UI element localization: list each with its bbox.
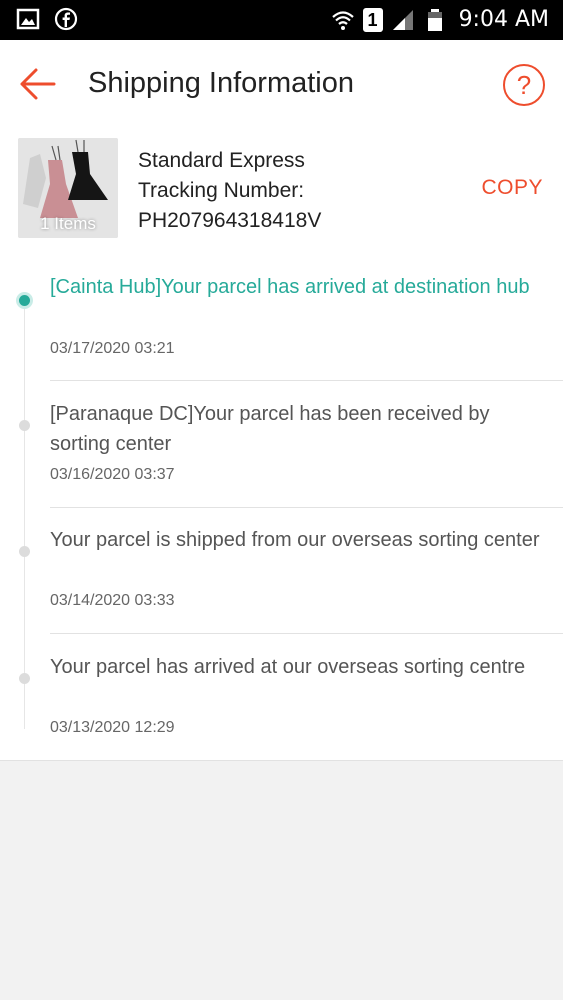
carrier-name: Standard Express	[138, 149, 305, 172]
timeline-event: [Paranaque DC]Your parcel has been recei…	[0, 381, 563, 508]
timeline-dot-active	[19, 295, 30, 306]
tracking-timeline: [Cainta Hub]Your parcel has arrived at d…	[0, 254, 563, 761]
timeline-event: [Cainta Hub]Your parcel has arrived at d…	[0, 254, 563, 381]
page-title: Shipping Information	[88, 67, 354, 99]
battery-icon	[427, 8, 442, 31]
timeline-dot	[19, 420, 30, 431]
items-count: 1 Items	[40, 214, 96, 233]
event-text: Your parcel has arrived at our overseas …	[50, 656, 526, 678]
signal-icon	[392, 9, 413, 30]
status-time: 9:04 AM	[458, 7, 549, 32]
event-text: [Paranaque DC]Your parcel has been recei…	[50, 403, 490, 455]
timeline-rail	[24, 507, 25, 634]
event-text: Your parcel is shipped from our overseas…	[50, 529, 540, 551]
wifi-icon	[331, 10, 354, 30]
event-time: 03/14/2020 03:33	[50, 592, 175, 609]
shipment-details: Standard Express Tracking Number: PH2079…	[138, 146, 321, 236]
timeline-rail	[24, 381, 25, 508]
shipment-card: 1 Items Standard Express Tracking Number…	[0, 128, 563, 255]
copy-button[interactable]: COPY	[481, 176, 543, 200]
timeline-rail	[24, 299, 25, 381]
gallery-icon	[16, 8, 40, 30]
tracking-label: Tracking Number:	[138, 179, 305, 202]
status-bar: 1 9:04 AM	[0, 0, 563, 40]
app-bar: Shipping Information ?	[0, 40, 563, 128]
event-time: 03/16/2020 03:37	[50, 466, 175, 483]
event-text: [Cainta Hub]Your parcel has arrived at d…	[50, 276, 530, 298]
back-arrow-icon[interactable]	[18, 64, 58, 104]
facebook-icon	[54, 7, 78, 31]
product-thumbnail[interactable]: 1 Items	[18, 138, 118, 238]
event-time: 03/13/2020 12:29	[50, 719, 175, 736]
event-time: 03/17/2020 03:21	[50, 340, 175, 357]
timeline-event: Your parcel is shipped from our overseas…	[0, 507, 563, 634]
sim-badge: 1	[362, 7, 383, 32]
tracking-number: PH207964318418V	[138, 209, 322, 232]
timeline-dot	[19, 546, 30, 557]
help-button[interactable]: ?	[503, 64, 545, 106]
timeline-event: Your parcel has arrived at our overseas …	[0, 634, 563, 761]
timeline-dot	[19, 673, 30, 684]
